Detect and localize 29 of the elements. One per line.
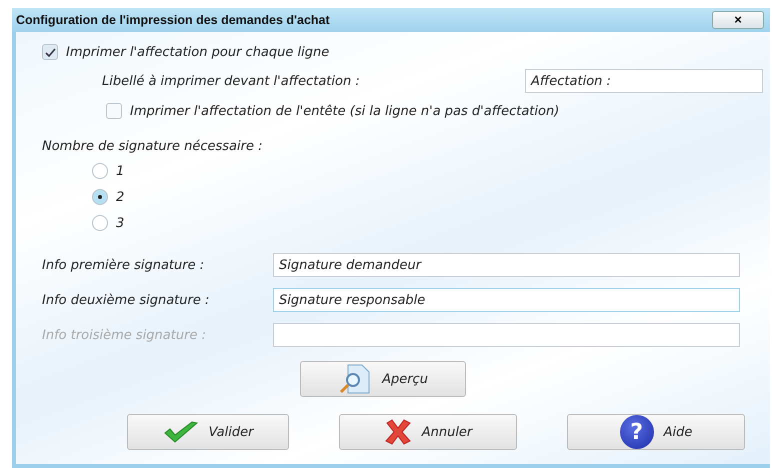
radio-button[interactable] <box>92 163 108 179</box>
help-button[interactable]: ? Aide <box>567 414 745 450</box>
preview-button[interactable]: Aperçu <box>300 361 466 397</box>
input-field[interactable]: Signature demandeur <box>273 253 740 277</box>
checkbox-label: Imprimer l'affectation de l'entête (si la ligne n'a pas d'affectation) <box>130 104 560 118</box>
window-title: Configuration de l'impression des demandes d'achat <box>16 13 330 27</box>
cancel-button[interactable]: Annuler <box>339 414 517 450</box>
help-icon: ? <box>620 415 654 449</box>
close-button[interactable]: × <box>712 11 764 29</box>
document-magnifier-icon <box>338 364 372 394</box>
section-label: Nombre de signature nécessaire : <box>42 139 262 154</box>
field-label: Info première signature : <box>42 258 206 272</box>
field-label: Libellé à imprimer devant l'affectation : <box>102 74 361 88</box>
checkbox[interactable] <box>42 44 58 60</box>
radio-button[interactable] <box>92 215 108 231</box>
checkmark-icon <box>44 48 56 56</box>
input-field[interactable]: Signature responsable <box>273 288 740 312</box>
check-icon <box>162 420 199 444</box>
field-label: Info deuxième signature : <box>42 292 210 308</box>
checkbox-label: Imprimer l'affectation pour chaque ligne <box>66 44 330 60</box>
radio-button[interactable] <box>92 189 108 205</box>
checkbox[interactable] <box>106 103 122 119</box>
field-label: Info troisième signature : <box>42 328 207 342</box>
radio-label: 2 <box>116 190 124 204</box>
validate-button[interactable]: Valider <box>127 414 289 450</box>
input-field[interactable]: Affectation : <box>525 69 763 93</box>
cross-icon <box>384 419 412 445</box>
radio-label: 1 <box>116 164 124 178</box>
radio-label: 3 <box>116 216 124 230</box>
